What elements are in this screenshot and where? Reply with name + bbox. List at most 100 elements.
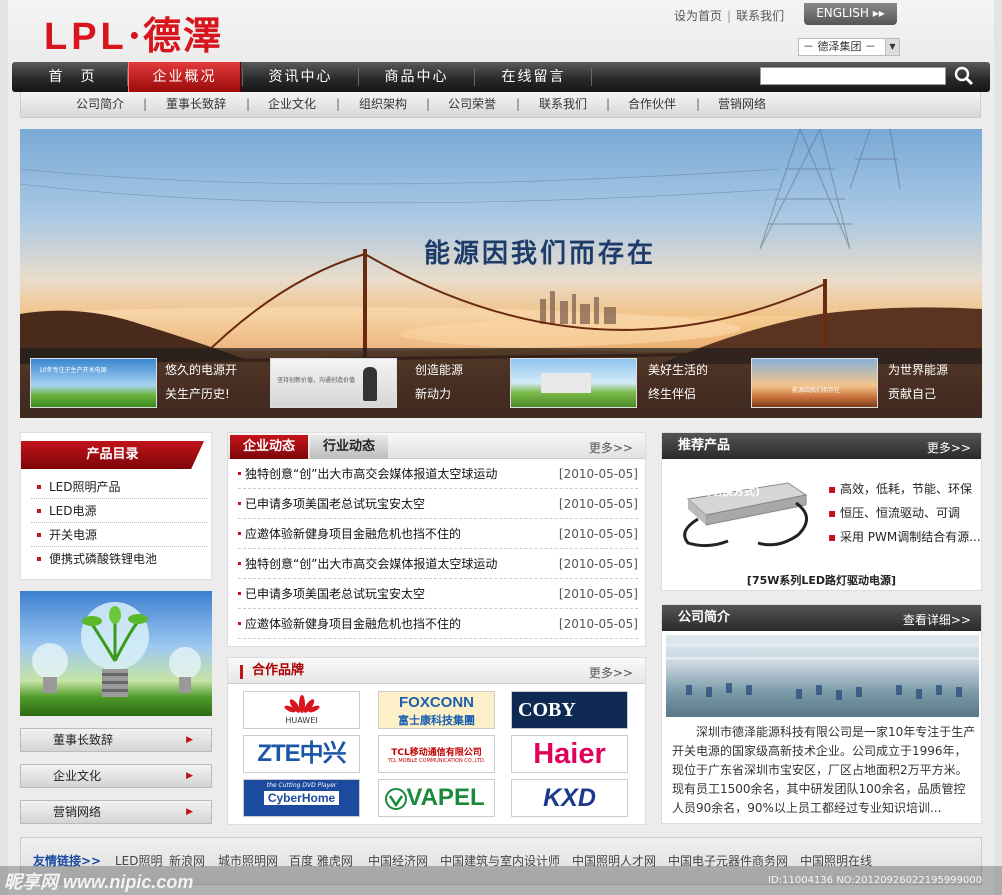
news-row[interactable]: 独特创意“创”出大市高交会媒体报道太空球运动 [2010-05-05]: [238, 459, 638, 489]
thumb-text-4[interactable]: 为世界能源 贡献自己: [888, 358, 948, 406]
side-button-label: 企业文化: [53, 769, 102, 783]
banner-slogan: 能源因我们而存在: [424, 239, 657, 269]
thumb-text-2[interactable]: 创造能源 新动力: [415, 358, 463, 406]
side-button-network[interactable]: 营销网络 ▶: [20, 800, 212, 824]
catalog-item-switching-power[interactable]: 开关电源: [31, 523, 207, 547]
group-select-value: － 德泽集团 －: [803, 40, 876, 53]
company-intro-panel: 公司简介 查看详细>> 深圳市德泽能源科技有限公司是一家10年专注于生产开关电源…: [661, 604, 982, 824]
nav-item-overview[interactable]: 企业概况: [128, 62, 241, 92]
brand-cyberhome[interactable]: the Cutting DVD Player CyberHome: [243, 779, 360, 817]
company-header: 公司简介 查看详细>>: [662, 605, 981, 631]
subnav-contact[interactable]: 联系我们: [539, 92, 587, 116]
news-title: 应邀体验新健身项目金融危机也挡不住的: [245, 617, 462, 631]
thumb-image-windfarm[interactable]: 10年专注于生产开关电源: [30, 358, 157, 408]
subnav-chairman[interactable]: 董事长致辞: [166, 92, 226, 116]
thumb-text-3[interactable]: 美好生活的 终生伴侣: [648, 358, 708, 406]
thumb-line: 贡献自己: [888, 387, 937, 401]
brand-vapel[interactable]: VAPEL: [378, 779, 495, 817]
catalog-item-battery[interactable]: 便携式磷酸铁锂电池: [31, 547, 207, 571]
thumb-image-plug[interactable]: 坚持创新价值，沟通创造价值: [270, 358, 397, 408]
thumb-line: 为世界能源: [888, 363, 949, 377]
contact-link[interactable]: 联系我们: [736, 9, 784, 23]
bullet-icon: [238, 472, 241, 475]
subnav-partners[interactable]: 合作伙伴: [628, 92, 676, 116]
brand-label: TCL移动通信有限公司: [391, 748, 482, 758]
led-driver-image[interactable]: (切换方式): [668, 469, 818, 551]
logo-chinese: ·德澤: [127, 13, 224, 58]
brand-label: KXD: [543, 784, 596, 812]
watermark-logo: 昵享网 www.nipic.com: [4, 872, 194, 892]
bullet-icon: [238, 502, 241, 505]
news-row[interactable]: 已申请多项美国老总试玩宝安太空 [2010-05-05]: [238, 489, 638, 519]
company-logo[interactable]: LPL·德澤: [44, 13, 224, 58]
brands-more-link[interactable]: 更多>>: [589, 664, 633, 681]
header-accent-bar: [240, 665, 243, 679]
thumb-image-city[interactable]: [510, 358, 637, 408]
thumb-text-1[interactable]: 悠久的电源开 关生产历史!: [165, 358, 237, 406]
brand-zte[interactable]: ZTE中兴: [243, 735, 360, 773]
arrow-right-icon: ▶: [186, 807, 193, 817]
brand-label: COBY: [518, 699, 576, 721]
catalog-item-led-lighting[interactable]: LED照明产品: [31, 475, 207, 499]
separator: |: [336, 97, 341, 111]
brand-sub: 富士康科技集團: [398, 714, 475, 727]
brand-label: FOXCONN: [399, 694, 474, 711]
product-caption[interactable]: [75W系列LED路灯驱动电源]: [662, 572, 981, 588]
bullet-icon: [238, 562, 241, 565]
news-title: 已申请多项美国老总试玩宝安太空: [245, 587, 426, 601]
thumb-line: 悠久的电源开: [165, 363, 238, 377]
side-button-culture[interactable]: 企业文化 ▶: [20, 764, 212, 788]
subnav-structure[interactable]: 组织架构: [359, 92, 407, 116]
news-date: [2010-05-05]: [558, 497, 638, 511]
search-input[interactable]: [760, 67, 946, 85]
nav-item-products[interactable]: 商品中心: [360, 62, 473, 92]
side-button-label: 营销网络: [53, 805, 102, 819]
news-row[interactable]: 应邀体验新健身项目金融危机也挡不住的 [2010-05-05]: [238, 519, 638, 549]
news-row[interactable]: 已申请多项美国老总试玩宝安太空 [2010-05-05]: [238, 579, 638, 609]
thumb-caption: 能源因我们而存在: [792, 387, 841, 394]
news-more-link[interactable]: 更多>>: [589, 439, 633, 456]
recommend-more-link[interactable]: 更多>>: [927, 439, 971, 456]
news-row[interactable]: 独特创意“创”出大市高交会媒体报道太空球运动 [2010-05-05]: [238, 549, 638, 579]
catalog-item-led-power[interactable]: LED电源: [31, 499, 207, 523]
watermark-bar: 昵享网 www.nipic.com ID:11004136 NO:2012092…: [0, 866, 1002, 895]
brand-foxconn[interactable]: FOXCONN 富士康科技集團: [378, 691, 495, 729]
thumb-line: 关生产历史!: [165, 387, 230, 401]
vapel-emblem-icon: [385, 788, 407, 810]
green-bulb-image: [20, 591, 212, 716]
company-more-link[interactable]: 查看详细>>: [903, 611, 971, 628]
factory-floor-image: [666, 635, 979, 717]
logo-latin: LPL: [44, 16, 128, 58]
separator: |: [696, 97, 701, 111]
recommend-header: 推荐产品 更多>>: [662, 433, 981, 459]
news-title: 独特创意“创”出大市高交会媒体报道太空球运动: [245, 467, 498, 481]
search-icon[interactable]: [953, 65, 975, 87]
english-button[interactable]: ENGLISH ▸▸: [804, 3, 897, 25]
subnav-honors[interactable]: 公司荣誉: [448, 92, 496, 116]
brand-tcl[interactable]: TCL移动通信有限公司 TCL MOBILE COMMUNICATION CO.…: [378, 735, 495, 773]
side-button-chairman[interactable]: 董事长致辞 ▶: [20, 728, 212, 752]
side-button-label: 董事长致辞: [53, 733, 114, 747]
brand-kxd[interactable]: KXD: [511, 779, 628, 817]
subnav-intro[interactable]: 公司简介: [76, 92, 124, 116]
brand-huawei[interactable]: HUAWEI: [243, 691, 360, 729]
brand-haier[interactable]: Haier: [511, 735, 628, 773]
news-date: [2010-05-05]: [558, 557, 638, 571]
subnav-network[interactable]: 营销网络: [718, 92, 766, 116]
news-tabs: 企业动态 行业动态 更多>>: [228, 433, 645, 459]
arrow-right-icon: ▶: [186, 735, 193, 745]
group-select[interactable]: － 德泽集团 － ▼: [798, 38, 900, 56]
subnav-culture[interactable]: 企业文化: [268, 92, 316, 116]
nav-item-news[interactable]: 资讯中心: [244, 62, 357, 92]
tab-industry-news[interactable]: 行业动态: [310, 435, 388, 459]
arrow-right-icon: ▶: [186, 771, 193, 781]
nav-item-message[interactable]: 在线留言: [477, 62, 590, 92]
thumb-image-sunset[interactable]: 能源因我们而存在: [751, 358, 878, 408]
set-home-link[interactable]: 设为首页: [674, 9, 722, 23]
news-row[interactable]: 应邀体验新健身项目金融危机也挡不住的 [2010-05-05]: [238, 609, 638, 639]
brand-coby[interactable]: COBY: [511, 691, 628, 729]
tab-company-news[interactable]: 企业动态: [230, 435, 308, 459]
nav-item-home[interactable]: 首 页: [16, 62, 129, 92]
bullet-icon: [238, 622, 241, 625]
news-title: 应邀体验新健身项目金融危机也挡不住的: [245, 527, 462, 541]
